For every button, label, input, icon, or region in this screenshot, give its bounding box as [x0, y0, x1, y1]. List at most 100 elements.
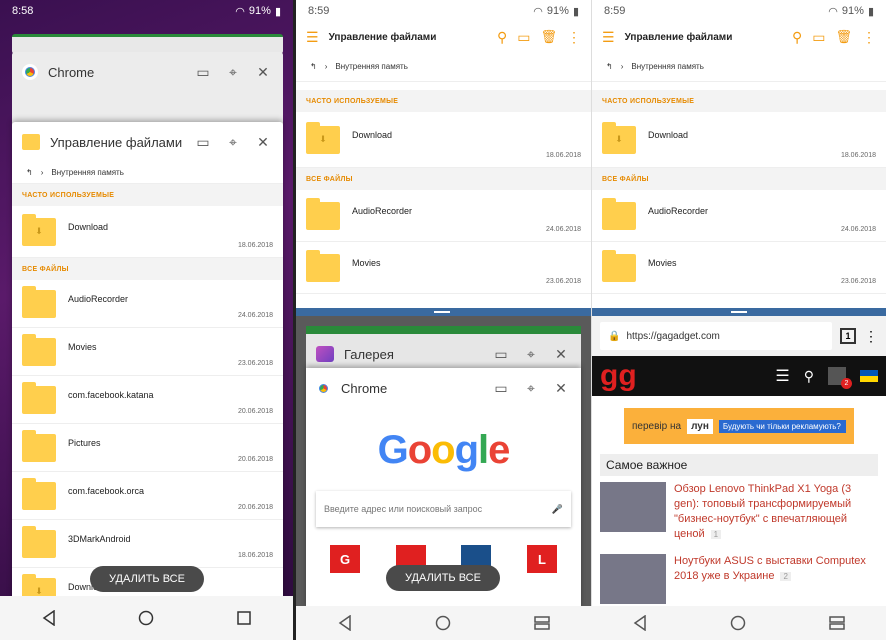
home-icon[interactable]: [727, 612, 749, 634]
shortcut-tile[interactable]: G: [330, 545, 360, 573]
list-item[interactable]: Pictures 20.06.2018: [12, 424, 283, 472]
section-header: ВСЕ ФАЙЛЫ: [296, 168, 591, 190]
news-item[interactable]: Обзор Lenovo ThinkPad X1 Yoga (3 gen): т…: [592, 476, 886, 548]
banner-brand: лун: [687, 418, 713, 434]
breadcrumb-label[interactable]: Внутренняя память: [631, 62, 703, 71]
list-item[interactable]: AudioRecorder 24.06.2018: [296, 190, 591, 242]
up-arrow-icon[interactable]: ↰: [606, 62, 613, 71]
close-icon[interactable]: ✕: [253, 132, 273, 152]
ad-banner[interactable]: перевір на лун Будують чи тільки рекламу…: [624, 408, 854, 444]
split-screen-icon[interactable]: ▭: [491, 378, 511, 398]
trash-icon[interactable]: 🗑: [540, 29, 557, 45]
news-title-wrap[interactable]: Обзор Lenovo ThinkPad X1 Yoga (3 gen): т…: [674, 482, 878, 542]
battery-icon: ▮: [572, 5, 579, 18]
pin-icon[interactable]: ⌖: [223, 132, 243, 152]
address-bar[interactable]: 🔒 https://gagadget.com: [600, 322, 832, 350]
folder-icon: [602, 249, 636, 282]
recent-card-behind[interactable]: [12, 34, 283, 54]
split-screen-icon[interactable]: ▭: [193, 62, 213, 82]
split-screen-icon[interactable]: ▭: [193, 132, 213, 152]
list-item[interactable]: AudioRecorder 24.06.2018: [592, 190, 886, 242]
trash-icon[interactable]: 🗑: [835, 29, 852, 45]
file-manager-recent-card[interactable]: Управление файлами ▭ ⌖ ✕ ↰ › Внутренняя …: [12, 122, 283, 602]
close-icon[interactable]: ✕: [551, 344, 571, 364]
file-date: 24.06.2018: [840, 226, 876, 233]
folder-icon: [22, 285, 56, 318]
nav-bar: [296, 606, 591, 640]
search-icon[interactable]: ⚲: [792, 29, 802, 46]
list-item[interactable]: com.facebook.orca 20.06.2018: [12, 472, 283, 520]
shortcut-tile[interactable]: L: [526, 545, 557, 573]
home-icon[interactable]: [432, 612, 454, 634]
more-icon[interactable]: ⋮: [864, 328, 878, 345]
back-icon[interactable]: [38, 607, 60, 629]
news-thumbnail[interactable]: [600, 482, 666, 532]
toolbar: ☰ Управление файлами ⚲ ▭ 🗑 ⋮: [592, 22, 886, 52]
ukraine-flag-icon[interactable]: [860, 370, 878, 382]
chrome-recent-card[interactable]: Chrome ▭ ⌖ ✕: [12, 52, 283, 132]
file-date: 18.06.2018: [237, 242, 273, 249]
list-item[interactable]: com.facebook.katana 20.06.2018: [12, 376, 283, 424]
search-icon[interactable]: ⚲: [497, 29, 507, 46]
menu-icon[interactable]: ☰: [602, 29, 615, 46]
delete-all-button[interactable]: УДАЛИТЬ ВСЕ: [386, 565, 500, 591]
delete-all-button[interactable]: УДАЛИТЬ ВСЕ: [90, 566, 204, 592]
home-icon[interactable]: [135, 607, 157, 629]
file-name: Movies: [68, 341, 97, 352]
comment-count[interactable]: 1: [710, 530, 722, 539]
microphone-icon[interactable]: 🎤: [552, 504, 563, 515]
split-screen-icon[interactable]: ▭: [491, 344, 511, 364]
recents-icon[interactable]: [233, 607, 255, 629]
breadcrumb: ↰ › Внутренняя память: [296, 52, 591, 82]
hamburger-icon[interactable]: ☰: [775, 366, 789, 386]
list-item[interactable]: 3DMarkAndroid 18.06.2018: [12, 520, 283, 568]
list-item[interactable]: ⬇ Download 18.06.2018: [592, 112, 886, 168]
back-icon[interactable]: [629, 612, 651, 634]
tab-switcher-button[interactable]: 1: [840, 328, 856, 344]
search-input[interactable]: Введите адрес или поисковый запрос 🎤: [316, 491, 571, 527]
avatar[interactable]: 2: [828, 367, 852, 389]
right-screen: 8:59 ◠ 91% ▮ ☰ Управление файлами ⚲ ▭ 🗑 …: [591, 0, 886, 640]
list-item[interactable]: Movies 23.06.2018: [12, 328, 283, 376]
list-item[interactable]: ⬇ Download 18.06.2018: [12, 206, 283, 258]
pin-icon[interactable]: ⌖: [521, 344, 541, 364]
news-thumbnail[interactable]: [600, 554, 666, 604]
split-screen-icon[interactable]: [826, 612, 848, 634]
list-item[interactable]: AudioRecorder 24.06.2018: [12, 280, 283, 328]
view-toggle-icon[interactable]: ▭: [517, 29, 530, 46]
download-icon: ⬇: [35, 585, 43, 596]
menu-icon[interactable]: ☰: [306, 29, 319, 46]
pin-icon[interactable]: ⌖: [521, 378, 541, 398]
list-item[interactable]: Movies 23.06.2018: [592, 242, 886, 294]
back-icon[interactable]: [334, 612, 356, 634]
file-date: 18.06.2018: [840, 152, 876, 159]
breadcrumb-label[interactable]: Внутренняя память: [51, 168, 123, 177]
up-arrow-icon[interactable]: ↰: [26, 168, 33, 177]
news-title-wrap[interactable]: Ноутбуки ASUS с выставки Computex 2018 у…: [674, 554, 878, 604]
news-item[interactable]: Ноутбуки ASUS с выставки Computex 2018 у…: [592, 548, 886, 606]
breadcrumb-label[interactable]: Внутренняя память: [335, 62, 407, 71]
close-icon[interactable]: ✕: [253, 62, 273, 82]
breadcrumb: ↰ › Внутренняя память: [592, 52, 886, 82]
battery-percent: 91%: [546, 5, 569, 17]
news-title[interactable]: Ноутбуки ASUS с выставки Computex 2018 у…: [674, 555, 866, 582]
list-item[interactable]: ⬇ Download 18.06.2018: [296, 112, 591, 168]
file-name: Download: [68, 221, 109, 232]
app-title: Управление файлами: [624, 31, 733, 43]
split-screen-icon[interactable]: [531, 612, 553, 634]
recents-area: Галерея ▭ ⌖ ✕ Chrome ▭ ⌖ ✕ Google Введит…: [296, 316, 591, 608]
split-divider[interactable]: [592, 308, 886, 316]
list-item[interactable]: Movies 23.06.2018: [296, 242, 591, 294]
view-toggle-icon[interactable]: ▭: [812, 29, 825, 46]
card-title: Галерея: [344, 346, 394, 362]
site-logo[interactable]: gg: [600, 361, 761, 391]
more-icon[interactable]: ⋮: [567, 29, 581, 46]
up-arrow-icon[interactable]: ↰: [310, 62, 317, 71]
close-icon[interactable]: ✕: [551, 378, 571, 398]
search-icon[interactable]: ⚲: [804, 368, 814, 385]
status-bar: 8:59 ◠ 91% ▮: [296, 0, 591, 22]
news-title[interactable]: Обзор Lenovo ThinkPad X1 Yoga (3 gen): т…: [674, 483, 851, 540]
comment-count[interactable]: 2: [780, 572, 791, 581]
more-icon[interactable]: ⋮: [862, 29, 876, 46]
pin-icon[interactable]: ⌖: [223, 62, 243, 82]
